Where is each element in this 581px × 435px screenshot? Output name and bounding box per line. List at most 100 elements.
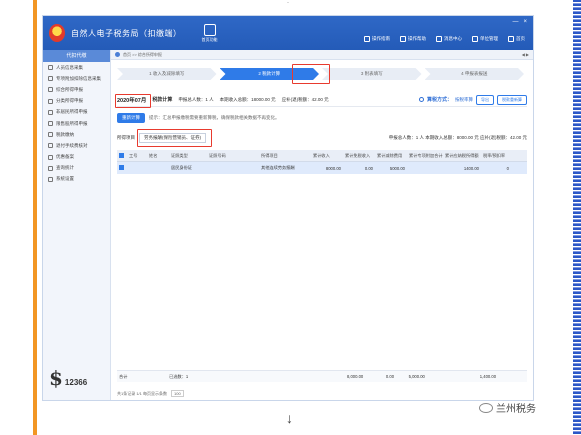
cell-taxable: 1400.00 (463, 165, 479, 171)
guide-icon (364, 36, 370, 42)
sidebar-item-label: 限售股所得申报 (56, 120, 88, 126)
breadcrumb: 首页 >> 综合所得申报 ◀ ▶ (111, 50, 533, 60)
filter-summary: 申报总人数：1 人 本期收入总额：8000.00 元 应补(退)税额：42.00… (388, 135, 527, 140)
help-icon (400, 36, 406, 42)
doc-icon (48, 98, 53, 104)
record-icon (48, 154, 53, 160)
toolbar-help[interactable]: 操作帮助 (400, 36, 426, 42)
toolbar-company[interactable]: 单位管理 (472, 36, 498, 42)
step-attachment[interactable]: 3 附表填写 (322, 68, 422, 80)
footer-selected: 已选数：1 (169, 373, 189, 379)
toolbar-home[interactable]: 首页 (508, 36, 525, 42)
method-radio-icon[interactable] (418, 97, 424, 102)
declared-people: 申报总人数：1 人 (178, 96, 214, 102)
close-button[interactable]: × (523, 19, 527, 25)
list-icon (48, 76, 53, 82)
col-header: 累计专项附加合计 (409, 152, 443, 158)
table-footer: 合计 已选数：1 8,000.00 0.00 5,000.00 1,400.00 (117, 370, 527, 382)
footer-taxable: 1,400.00 (479, 374, 497, 379)
highlight-tax-period (115, 94, 151, 108)
sidebar-item-query[interactable]: 查询统计 (43, 163, 110, 174)
sidebar-item-label: 税款缴纳 (56, 131, 74, 137)
income-total: 本期收入总额：18000.00 元 (219, 96, 276, 102)
sidebar-item-label: 查询统计 (56, 165, 74, 171)
export-button[interactable]: 导出 (476, 94, 494, 105)
col-header: 累计免税收入 (345, 152, 371, 158)
top-divider: · (287, 0, 289, 6)
person-icon (48, 109, 53, 115)
hotline-s-icon: $ (49, 366, 63, 390)
search-icon (48, 165, 53, 171)
tax-recalc-button[interactable]: 税款重新算 (497, 94, 527, 105)
sidebar-item-settings[interactable]: 系统设置 (43, 174, 110, 185)
sidebar-item-label: 非居民所得申报 (56, 109, 88, 115)
recalculate-button[interactable]: 重新计算 (117, 113, 145, 123)
col-header: 累计应纳税所得额 (445, 152, 479, 158)
table-row[interactable]: 居民身份证 其他连续劳务报酬 8000.00 0.00 5000.00 1400… (117, 162, 527, 174)
main-content: 首页 >> 综合所得申报 ◀ ▶ 1 收入及减除填写 2 税款计算 3 附表填写… (111, 50, 533, 400)
sidebar-item-comprehensive[interactable]: 综合所得申报 (43, 84, 110, 95)
home-small-icon (508, 36, 514, 42)
cell-exempt: 0.00 (364, 165, 373, 171)
recalc-hint: 提示：汇总申报缴税需要重新算税，确保税款相关数据不再变化。 (149, 115, 280, 120)
sidebar-item-restricted-stock[interactable]: 限售股所得申报 (43, 118, 110, 129)
message-icon (436, 36, 442, 42)
sidebar-header: 代扣代缴 (43, 50, 110, 62)
cell-deduction: 5000.00 (389, 165, 405, 171)
sidebar-item-nonresident[interactable]: 非居民所得申报 (43, 107, 110, 118)
method-value[interactable]: 按税率算 (455, 97, 473, 103)
titlebar: 自然人电子税务局（扣缴端） 首页功能 — × 操作指南 操作帮助 消息中心 单位… (43, 16, 533, 50)
home-icon (203, 23, 216, 36)
tax-due: 应补(退)税额：42.00 元 (281, 96, 329, 102)
cell-income-type: 其他连续劳务报酬 (261, 165, 295, 170)
cell-rate: 0 (506, 165, 509, 171)
page-size-select[interactable]: 100 (171, 390, 184, 397)
row-checkbox[interactable] (117, 165, 127, 171)
checkbox-icon (119, 165, 124, 170)
tab-nav-arrows[interactable]: ◀ ▶ (522, 52, 529, 57)
sidebar-item-preferential[interactable]: 优惠备案 (43, 152, 110, 163)
calc-title: 税款计算 (152, 97, 173, 103)
home-function-label: 首页功能 (201, 36, 218, 42)
col-header: 累计收入 (313, 152, 330, 158)
pagination: 共1条记录 1/1 每页显示条数 100 (117, 390, 184, 397)
watermark-text: 兰州税务 (496, 404, 536, 415)
tax-table: 工号 姓名 证照类型 证照号码 所得项目 累计收入 累计免税收入 累计减除费用 … (117, 150, 527, 174)
header-checkbox[interactable] (117, 152, 127, 159)
sidebar-item-label: 综合所得申报 (56, 86, 83, 92)
footer-exempt: 0.00 (385, 374, 395, 379)
footer-total-label: 合计 (119, 373, 128, 379)
toolbar-guide[interactable]: 操作指南 (364, 36, 390, 42)
footer-income: 8,000.00 (346, 374, 364, 379)
wechat-icon (479, 402, 493, 413)
step-income-input[interactable]: 1 收入及减除填写 (117, 68, 217, 80)
income-type-label: 所得项目 (117, 135, 135, 140)
app-window: 自然人电子税务局（扣缴端） 首页功能 — × 操作指南 操作帮助 消息中心 单位… (42, 15, 534, 401)
minimize-button[interactable]: — (512, 19, 518, 25)
company-icon (472, 36, 478, 42)
gear-icon (48, 176, 53, 182)
sidebar-item-label: 退付手续费核对 (56, 142, 88, 148)
person-icon (48, 65, 53, 71)
col-header: 证照类型 (171, 152, 188, 158)
breadcrumb-path[interactable]: 首页 >> 综合所得申报 (123, 52, 162, 58)
cell-id-type: 居民身份证 (171, 165, 192, 170)
method-label: 算税方式： (426, 97, 452, 103)
sidebar-item-refund[interactable]: 退付手续费核对 (43, 140, 110, 151)
cell-income: 8000.00 (325, 165, 341, 171)
right-border-decoration (573, 0, 581, 435)
toolbar-messages[interactable]: 消息中心 (436, 36, 462, 42)
col-header: 证照号码 (209, 152, 226, 158)
home-function-button[interactable]: 首页功能 (201, 23, 218, 43)
sidebar-item-label: 人员信息采集 (56, 64, 83, 70)
step-submit[interactable]: 4 申报表报送 (424, 68, 524, 80)
sidebar-item-classified[interactable]: 分类所得申报 (43, 96, 110, 107)
left-border-decoration (33, 0, 37, 435)
col-header: 姓名 (149, 152, 158, 158)
sidebar-item-tax-payment[interactable]: 税款缴纳 (43, 129, 110, 140)
sidebar-item-person-info[interactable]: 人员信息采集 (43, 62, 110, 73)
sidebar-item-special-deduction[interactable]: 专项附加扣除信息采集 (43, 73, 110, 84)
top-toolbar: 操作指南 操作帮助 消息中心 单位管理 首页 (364, 36, 525, 42)
hotline-number: 12366 (64, 377, 88, 387)
tool-row: 重新计算 提示：汇总申报缴税需要重新算税，确保税款相关数据不再变化。 (117, 112, 527, 124)
